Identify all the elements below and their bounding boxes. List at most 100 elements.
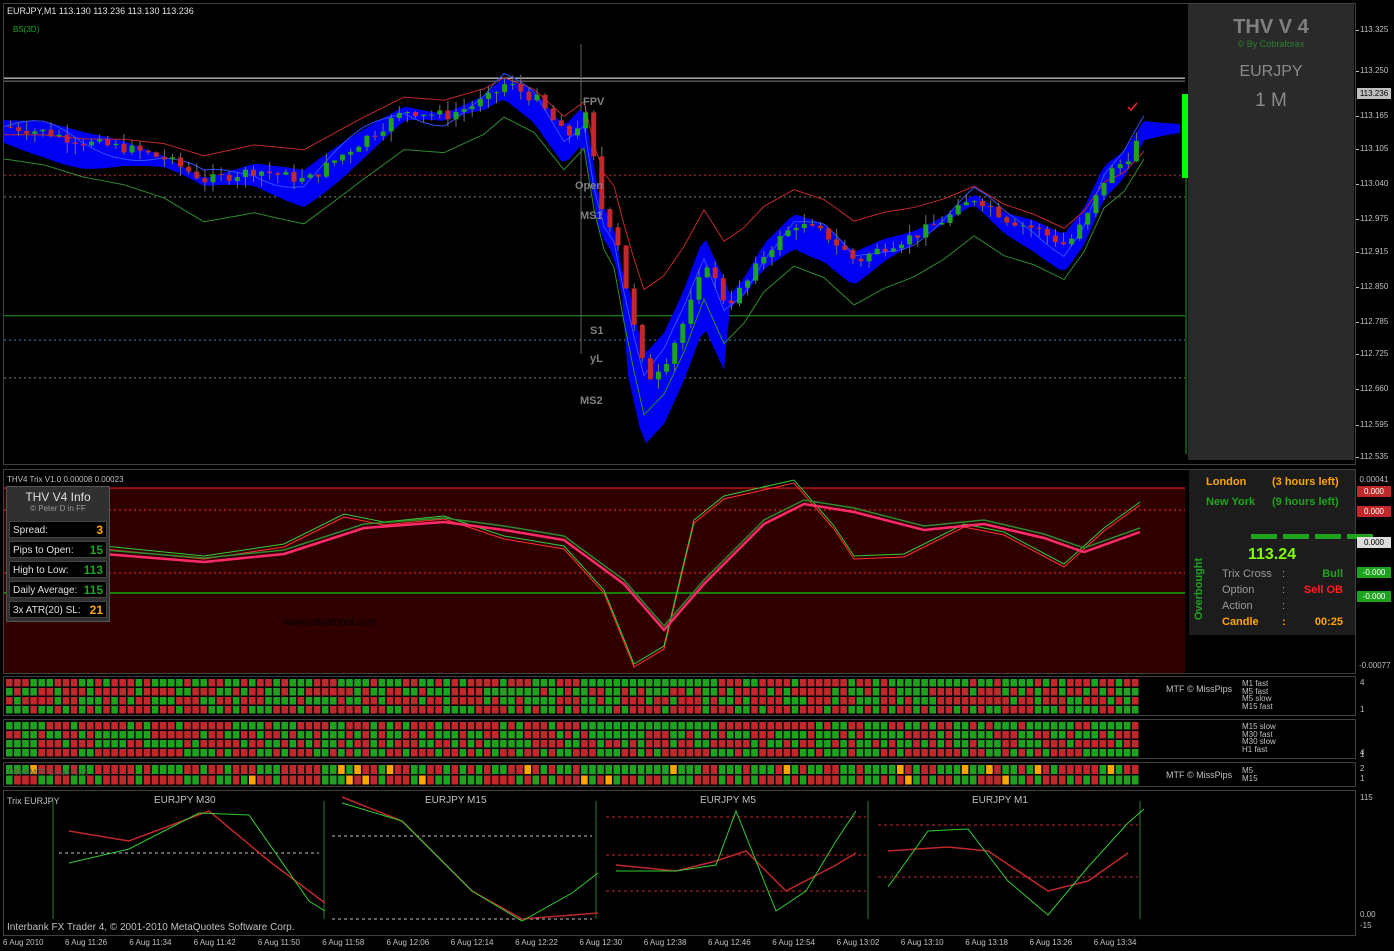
mtf-cell bbox=[354, 731, 361, 739]
mtf-cell bbox=[257, 697, 264, 705]
mtf-cell bbox=[929, 775, 936, 785]
info-row-label: 3x ATR(20) SL: bbox=[13, 605, 81, 616]
mtf-cell bbox=[346, 731, 353, 739]
mtf-cell bbox=[354, 706, 361, 714]
mtf-cell bbox=[321, 697, 329, 705]
mtf-cell bbox=[216, 679, 224, 687]
mtf-cell bbox=[710, 740, 718, 748]
mtf-cloud-panel[interactable]: THV4 MTF Cloud (1,5) MTF © MissPips M5 M1… bbox=[3, 762, 1356, 787]
mtf-cell bbox=[621, 679, 629, 687]
candle-body bbox=[591, 112, 597, 157]
mtf-cell bbox=[621, 775, 629, 785]
mtf-cell bbox=[621, 749, 629, 757]
mtf-cell bbox=[702, 775, 710, 785]
mtf-cell bbox=[573, 731, 580, 739]
mtf-cell bbox=[435, 688, 442, 696]
candle-body bbox=[161, 156, 167, 160]
trix-panel[interactable]: THV4 Trix V1.0 0.00008 0.00023 www.cobra… bbox=[3, 469, 1356, 674]
info-title: THV V4 Info bbox=[25, 490, 91, 504]
mtf-cell bbox=[1067, 740, 1074, 748]
mtf-cell bbox=[929, 722, 936, 730]
mtf-cell bbox=[6, 706, 13, 714]
mtf-panel-1[interactable]: MTF © MissPips M1 fast M5 fast M5 slow M15 … bbox=[3, 676, 1356, 716]
mtf-cell bbox=[435, 706, 442, 714]
mtf-cell bbox=[945, 731, 953, 739]
candle-body bbox=[145, 150, 151, 153]
mtf-cell bbox=[1107, 706, 1115, 714]
mtf-cell bbox=[872, 765, 880, 774]
mtf-cell bbox=[443, 688, 450, 696]
mtf-cell bbox=[411, 765, 418, 774]
mtf-cell bbox=[78, 749, 86, 757]
candle-body bbox=[1077, 224, 1083, 239]
mtf-cell bbox=[556, 731, 564, 739]
mtf-cell bbox=[978, 688, 985, 696]
mtf-cell bbox=[581, 679, 588, 687]
mtf-cell bbox=[872, 749, 880, 757]
mtf-cell bbox=[735, 731, 742, 739]
mtf-cell bbox=[451, 706, 459, 714]
mtf-cell bbox=[427, 731, 434, 739]
time-tick: 6 Aug 11:26 bbox=[65, 938, 108, 947]
mtf-cell bbox=[654, 697, 661, 705]
mtf-cell bbox=[281, 749, 288, 757]
mtf-cell bbox=[605, 740, 612, 748]
mtf-cell bbox=[30, 740, 37, 748]
mtf-cell bbox=[597, 775, 604, 785]
mtf-cell bbox=[1010, 740, 1017, 748]
mtf-cell bbox=[783, 731, 791, 739]
mtf-cell bbox=[629, 740, 637, 748]
mtf-cell bbox=[710, 722, 718, 730]
mtf-cell bbox=[751, 749, 758, 757]
mtf-cell bbox=[710, 688, 718, 696]
candle-body bbox=[656, 371, 661, 380]
mtf-cell bbox=[905, 765, 912, 774]
mtf-cell bbox=[743, 749, 750, 757]
mtf-cell bbox=[500, 740, 507, 748]
mtf-cell bbox=[370, 775, 378, 785]
mtf-cell bbox=[232, 697, 240, 705]
mtf-cell bbox=[257, 775, 264, 785]
mtf-cell bbox=[759, 706, 766, 714]
mtf-cell bbox=[929, 706, 936, 714]
mtf-cell bbox=[1010, 731, 1017, 739]
candle-body bbox=[453, 111, 459, 120]
mtf-cell bbox=[880, 765, 888, 774]
mtf-cell bbox=[30, 722, 37, 730]
mtf-cell bbox=[467, 706, 475, 714]
mtf-cell bbox=[1091, 775, 1098, 785]
mtf-cell bbox=[208, 688, 216, 696]
candle-body bbox=[234, 177, 240, 181]
mtf-cell bbox=[791, 706, 799, 714]
mtf-cell bbox=[978, 731, 985, 739]
mini-trix-panel[interactable]: Trix EURJPY EURJPY M30 EURJPY M15 EURJPY… bbox=[3, 790, 1356, 936]
candle-body bbox=[575, 128, 580, 136]
mtf-cell bbox=[508, 775, 515, 785]
mtf-cell bbox=[840, 749, 847, 757]
mtf-cell bbox=[119, 688, 126, 696]
mtf-cell bbox=[718, 740, 726, 748]
mini-title-m1: EURJPY M1 bbox=[972, 795, 1028, 806]
mtf-cell bbox=[119, 679, 126, 687]
mtf-cell bbox=[427, 775, 434, 785]
mtf-cell bbox=[200, 706, 207, 714]
mtf-cell bbox=[127, 706, 135, 714]
mtf-cell bbox=[864, 749, 872, 757]
mtf-panel-2[interactable]: M15 slow M30 fast M30 slow H1 fast bbox=[3, 719, 1356, 759]
mtf-cell bbox=[1067, 679, 1074, 687]
mtf-cell bbox=[38, 749, 45, 757]
mtf-cell bbox=[1010, 679, 1017, 687]
mtf-cell bbox=[483, 749, 491, 757]
mtf-cell bbox=[953, 765, 961, 774]
candle-body bbox=[890, 248, 896, 252]
mtf-cell bbox=[22, 688, 29, 696]
mtf-cell bbox=[46, 679, 54, 687]
mtf-cell bbox=[103, 697, 110, 705]
mtf-cell bbox=[945, 722, 953, 730]
main-chart[interactable]: EURJPY,M1 113.130 113.236 113.130 113.23… bbox=[3, 3, 1356, 465]
mtf-cell bbox=[6, 749, 13, 757]
mtf-cell bbox=[589, 706, 596, 714]
mtf-cell bbox=[961, 731, 969, 739]
mtf-cell bbox=[872, 706, 880, 714]
mtf-cell bbox=[168, 740, 175, 748]
